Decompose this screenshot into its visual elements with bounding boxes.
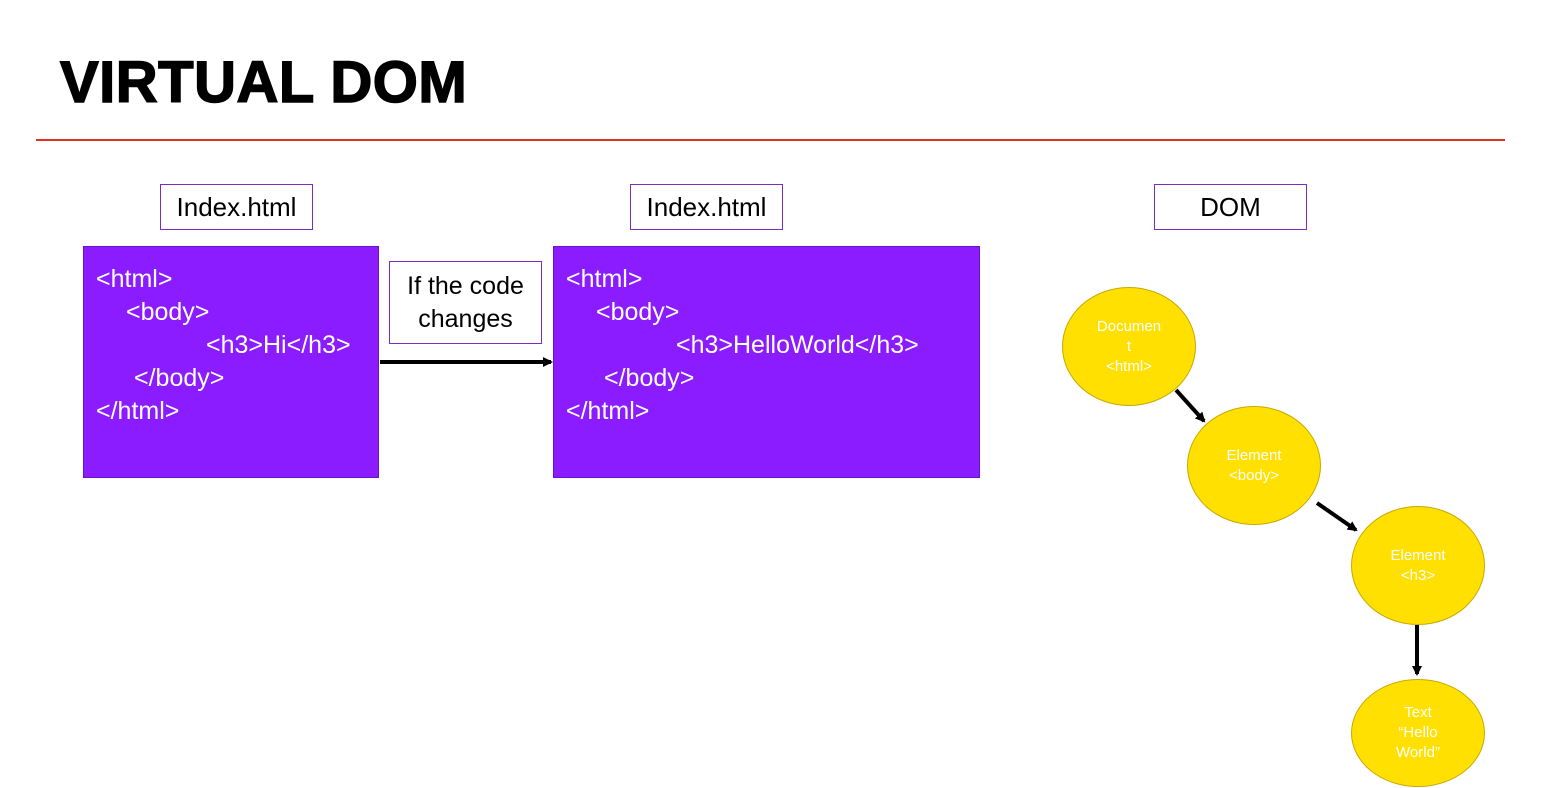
slide: VIRTUAL DOM Index.html Index.html DOM <h… <box>0 0 1562 788</box>
label-index-html-before: Index.html <box>160 184 313 230</box>
code-line: <html> <box>566 265 643 293</box>
node-label: Documen <box>1096 317 1162 335</box>
label-dom: DOM <box>1154 184 1307 230</box>
change-note-line: changes <box>418 304 513 333</box>
code-box-after: <html> <body> <h3>HelloWorld</h3> </body… <box>553 246 980 478</box>
node-label: Element <box>1226 446 1282 464</box>
change-note-line: If the code <box>407 271 524 300</box>
code-line: <html> <box>96 265 173 293</box>
dom-node-body: Element <body> <box>1187 406 1321 525</box>
label-index-html-after: Index.html <box>630 184 783 230</box>
code-change-note: If the code changes <box>389 261 542 344</box>
node-label: <h3> <box>1400 566 1436 584</box>
code-box-before: <html> <body> <h3>Hi</h3> </body> </html… <box>83 246 379 478</box>
node-label: World” <box>1396 744 1440 761</box>
dom-node-text: Text “Hello World” <box>1351 679 1485 787</box>
node-label: Element <box>1390 546 1446 564</box>
node-label: Text <box>1404 704 1432 721</box>
code-line: <body> <box>126 298 210 326</box>
code-line: </body> <box>134 364 225 392</box>
dom-node-h3: Element <h3> <box>1351 506 1485 625</box>
tree-arrow-body-h3 <box>1315 501 1358 532</box>
node-label: <body> <box>1228 466 1280 484</box>
dom-node-document: Documen t <html> <box>1062 287 1196 406</box>
code-line: <h3>HelloWorld</h3> <box>676 331 919 359</box>
code-line: </html> <box>566 397 650 425</box>
node-label: <html> <box>1106 357 1152 375</box>
node-label: “Hello <box>1398 724 1438 741</box>
slide-title: VIRTUAL DOM <box>59 49 468 116</box>
code-line: </body> <box>604 364 695 392</box>
title-divider <box>36 139 1505 141</box>
tree-arrow-document-body <box>1174 388 1206 423</box>
code-line: </html> <box>96 397 180 425</box>
code-line: <body> <box>596 298 680 326</box>
node-label: t <box>1126 337 1132 355</box>
